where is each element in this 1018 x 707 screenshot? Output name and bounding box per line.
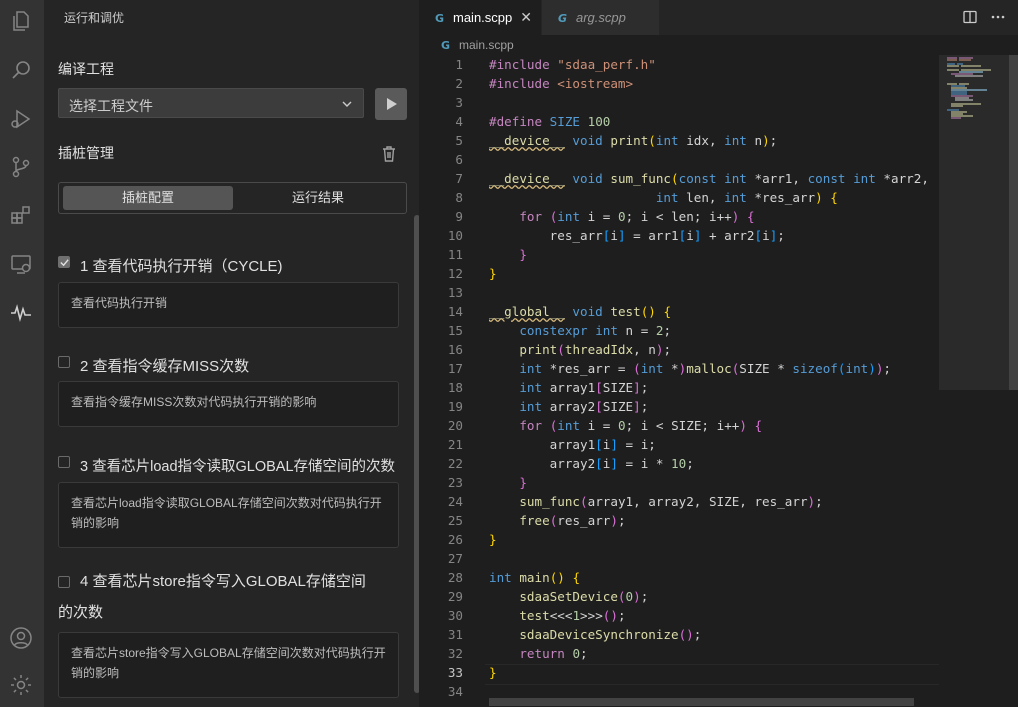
code-line: 26} <box>447 532 497 547</box>
code-line: 11 } <box>447 247 527 262</box>
tab-main-scpp[interactable]: G main.scpp ✕ <box>419 0 541 35</box>
code-line: 27 <box>447 551 463 566</box>
cpp-file-icon: G <box>441 39 450 51</box>
code-line: 1 #include "sdaa_perf.h" <box>455 57 656 72</box>
code-line: 9 for (int i = 0; i < len; i++) { <box>455 209 755 224</box>
svg-text:G: G <box>441 39 450 51</box>
run-debug-icon[interactable] <box>6 104 36 134</box>
check-icon <box>60 259 69 267</box>
explorer-icon[interactable] <box>6 6 36 36</box>
code-line: 17 int *res_arr = (int *)malloc(SIZE * s… <box>447 361 892 376</box>
code-line: 29 sdaaSetDevice(0); <box>447 589 649 604</box>
play-icon <box>387 98 397 110</box>
panel-title: 运行和调优 <box>64 11 125 25</box>
code-line: 3 <box>455 95 463 110</box>
code-line: 18 int array1[SIZE]; <box>447 380 649 395</box>
code-line: 32 return 0; <box>447 646 588 661</box>
editor-tab-bar: G main.scpp ✕ G arg.scpp <box>419 0 1018 35</box>
settings-gear-icon[interactable] <box>6 670 36 700</box>
editor-vertical-scrollbar[interactable] <box>1009 55 1018 390</box>
code-view[interactable]: 1 #include "sdaa_perf.h" 2 #include <iostr… <box>419 55 939 701</box>
item-3-checkbox[interactable] <box>58 456 70 468</box>
code-line: 21 array1[i] = i; <box>447 437 656 452</box>
code-line: 6 <box>455 152 463 167</box>
item-2-title: 2 查看指令缓存MISS次数 <box>80 358 250 375</box>
minimap-content <box>947 57 991 119</box>
compile-section-title: 编译工程 <box>58 61 114 77</box>
trash-icon[interactable] <box>380 144 398 164</box>
item-2-desc: 查看指令缓存MISS次数对代码执行开销的影响 <box>58 381 399 427</box>
code-line: 4 #define SIZE 100 <box>455 114 611 129</box>
item-1-title: 1 查看代码执行开销（CYCLE) <box>80 258 283 275</box>
code-line: 23 } <box>447 475 527 490</box>
item-4-title: 4 查看芯片store指令写入GLOBAL存储空间的次数 <box>58 573 366 621</box>
code-line: 24 sum_func(array1, array2, SIZE, res_ar… <box>447 494 823 509</box>
chevron-down-icon <box>342 101 352 107</box>
code-line: 12} <box>447 266 497 281</box>
instrument-section-title: 插桩管理 <box>58 145 114 161</box>
breadcrumb-file: main.scpp <box>459 38 514 52</box>
account-icon[interactable] <box>6 623 36 653</box>
tab-run-results[interactable]: 运行结果 <box>233 186 403 210</box>
search-icon[interactable] <box>6 55 36 85</box>
editor-horizontal-scrollbar[interactable] <box>489 698 914 706</box>
code-line: 16 print(threadIdx, n); <box>447 342 672 357</box>
side-panel: 运行和调优 编译工程 选择工程文件 插桩管理 插桩配置 运行结果 1 查看代码执… <box>44 0 420 707</box>
item-2-checkbox[interactable] <box>58 356 70 368</box>
profiler-icon[interactable] <box>6 297 36 327</box>
run-button[interactable] <box>375 88 407 120</box>
code-line: 15 constexpr int n = 2; <box>447 323 672 338</box>
activity-bar <box>0 0 44 707</box>
project-file-select-value: 选择工程文件 <box>69 98 153 114</box>
instrument-tabs: 插桩配置 运行结果 <box>58 182 407 214</box>
cpp-file-icon: G <box>558 12 567 24</box>
cpp-file-icon: G <box>435 12 444 24</box>
code-line: 19 int array2[SIZE]; <box>447 399 649 414</box>
code-line: 25 free(res_arr); <box>447 513 626 528</box>
close-icon[interactable]: ✕ <box>520 9 532 26</box>
code-line: 13 <box>447 285 463 300</box>
code-line: 33} <box>447 665 497 680</box>
tab-instrument-config[interactable]: 插桩配置 <box>63 186 233 210</box>
tab-label: arg.scpp <box>576 10 626 25</box>
item-1-checkbox[interactable] <box>58 256 70 268</box>
code-line: 20 for (int i = 0; i < SIZE; i++) { <box>447 418 763 433</box>
code-line: 28 int main() { <box>447 570 581 585</box>
breadcrumb[interactable]: G main.scpp <box>441 38 514 52</box>
code-line: 22 array2[i] = i * 10; <box>447 456 694 471</box>
extensions-icon[interactable] <box>6 200 36 230</box>
more-actions-icon[interactable] <box>990 9 1006 25</box>
project-file-select[interactable]: 选择工程文件 <box>58 88 364 118</box>
remote-explorer-icon[interactable] <box>6 249 36 279</box>
item-3-title: 3 查看芯片load指令读取GLOBAL存储空间的次数 <box>80 459 396 475</box>
tab-arg-scpp[interactable]: G arg.scpp <box>542 0 659 35</box>
code-line: 7 __device__ void sum_func(const int *arr… <box>455 171 929 186</box>
code-line: 5 __device__ void print(int idx, int n); <box>455 133 778 148</box>
code-line: 14 __global__ void test() { <box>447 304 672 319</box>
code-line: 30 test<<<1>>>(); <box>447 608 626 623</box>
svg-text:G: G <box>558 12 567 24</box>
minimap[interactable] <box>939 55 1018 695</box>
code-line: 10 res_arr[i] = arr1[i] + arr2[i]; <box>447 228 785 243</box>
item-4-desc: 查看芯片store指令写入GLOBAL存储空间次数对代码执行开销的影响 <box>58 632 399 698</box>
split-editor-icon[interactable] <box>962 9 978 25</box>
source-control-icon[interactable] <box>6 152 36 182</box>
svg-text:G: G <box>435 12 444 24</box>
item-1-desc: 查看代码执行开销 <box>58 282 399 328</box>
code-line: 2 #include <iostream> <box>455 76 634 91</box>
code-line: 31 sdaaDeviceSynchronize(); <box>447 627 702 642</box>
item-3-desc: 查看芯片load指令读取GLOBAL存储空间次数对代码执行开销的影响 <box>58 482 399 548</box>
editor-area: G main.scpp ✕ G arg.scpp G main.scpp 1 #i… <box>419 0 1018 707</box>
tab-label: main.scpp <box>453 10 513 25</box>
code-line: 8 int len, int *res_arr) { <box>455 190 838 205</box>
